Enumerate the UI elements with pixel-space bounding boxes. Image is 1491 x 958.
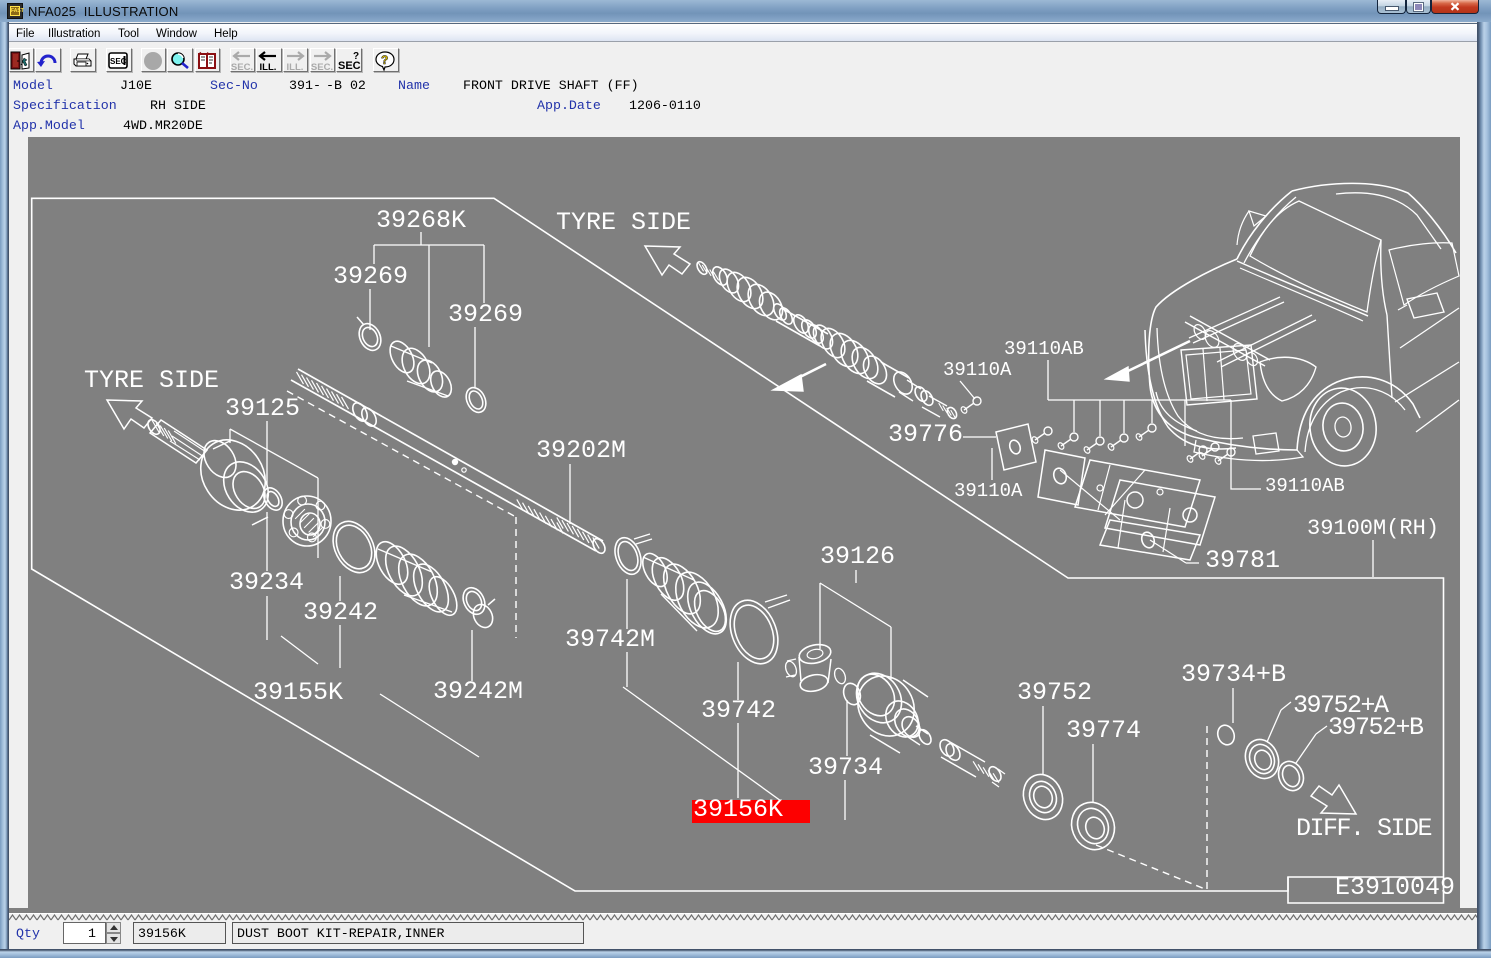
svg-text:39752: 39752 xyxy=(1017,678,1092,707)
svg-text:39126: 39126 xyxy=(820,542,895,571)
svg-text:39242: 39242 xyxy=(303,598,378,627)
svg-text:39776: 39776 xyxy=(888,420,963,449)
svg-text:39734+B: 39734+B xyxy=(1181,660,1286,689)
svg-text:39110AB: 39110AB xyxy=(1004,338,1084,360)
svg-text:39110A: 39110A xyxy=(943,359,1012,381)
svg-text:39752+B: 39752+B xyxy=(1328,713,1424,742)
svg-text:ILL.: ILL. xyxy=(259,62,276,72)
svg-text:39110AB: 39110AB xyxy=(1265,475,1345,497)
svg-text:39774: 39774 xyxy=(1066,716,1141,745)
svg-text:39110A: 39110A xyxy=(954,480,1023,502)
svg-text:39781: 39781 xyxy=(1205,546,1280,575)
svg-text:39269: 39269 xyxy=(333,262,408,291)
svg-text:TYRE SIDE: TYRE SIDE xyxy=(556,208,691,237)
svg-text:39268K: 39268K xyxy=(376,206,466,235)
svg-text:39242M: 39242M xyxy=(433,677,523,706)
svg-text:ILL.: ILL. xyxy=(287,62,304,72)
svg-text:39269: 39269 xyxy=(448,300,523,329)
svg-text:39155K: 39155K xyxy=(253,678,343,707)
svg-text:TYRE SIDE: TYRE SIDE xyxy=(84,366,219,395)
svg-text:39156K: 39156K xyxy=(693,795,783,824)
svg-text:39125: 39125 xyxy=(225,394,300,423)
svg-text:39100M(RH): 39100M(RH) xyxy=(1307,516,1439,541)
svg-text:E3910049: E3910049 xyxy=(1335,873,1455,902)
svg-text:39234: 39234 xyxy=(229,568,304,597)
svg-text:39742M: 39742M xyxy=(565,625,655,654)
svg-text:SEC.: SEC. xyxy=(311,62,333,72)
svg-text:39202M: 39202M xyxy=(536,436,626,465)
svg-text:DIFF. SIDE: DIFF. SIDE xyxy=(1296,814,1432,843)
svg-text:39742: 39742 xyxy=(701,696,776,725)
svg-text:?: ? xyxy=(381,53,388,67)
svg-text:?: ? xyxy=(353,51,359,62)
svg-text:SEC.: SEC. xyxy=(231,62,253,72)
svg-text:39734: 39734 xyxy=(808,753,883,782)
